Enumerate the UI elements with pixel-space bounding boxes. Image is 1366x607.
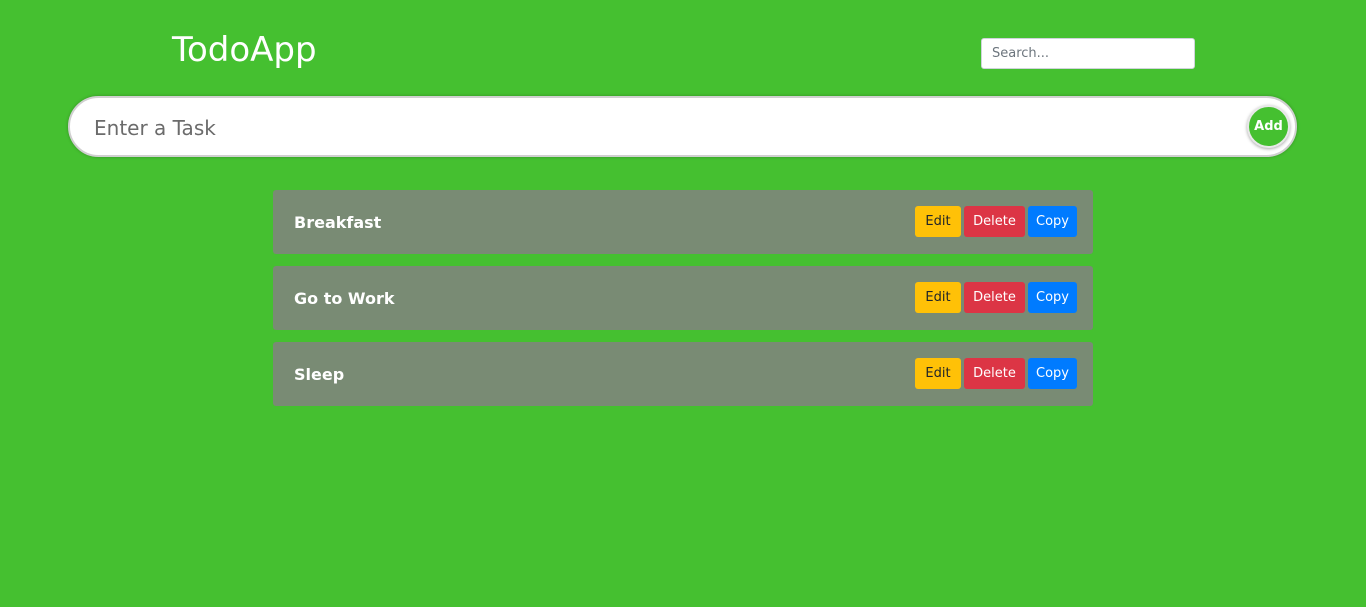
app-title: TodoApp <box>172 30 317 70</box>
task-input[interactable] <box>92 108 1236 148</box>
task-item: Go to Work Edit Delete Copy <box>273 266 1093 330</box>
task-actions: Edit Delete Copy <box>915 358 1077 389</box>
task-text: Go to Work <box>294 288 395 308</box>
edit-button[interactable]: Edit <box>915 282 961 313</box>
task-item: Sleep Edit Delete Copy <box>273 342 1093 406</box>
edit-button[interactable]: Edit <box>915 206 961 237</box>
copy-button[interactable]: Copy <box>1028 282 1077 313</box>
delete-button[interactable]: Delete <box>964 206 1025 237</box>
task-entry-bar: Add <box>68 96 1297 157</box>
edit-button[interactable]: Edit <box>915 358 961 389</box>
task-actions: Edit Delete Copy <box>915 206 1077 237</box>
search-input[interactable] <box>981 38 1195 69</box>
task-text: Sleep <box>294 364 345 384</box>
copy-button[interactable]: Copy <box>1028 358 1077 389</box>
task-item: Breakfast Edit Delete Copy <box>273 190 1093 254</box>
copy-button[interactable]: Copy <box>1028 206 1077 237</box>
delete-button[interactable]: Delete <box>964 282 1025 313</box>
task-list: Breakfast Edit Delete Copy Go to Work Ed… <box>273 190 1093 418</box>
todo-app: TodoApp Add Breakfast Edit Delete Copy G… <box>0 0 1366 607</box>
add-button[interactable]: Add <box>1247 105 1290 148</box>
task-text: Breakfast <box>294 212 382 232</box>
task-actions: Edit Delete Copy <box>915 282 1077 313</box>
delete-button[interactable]: Delete <box>964 358 1025 389</box>
